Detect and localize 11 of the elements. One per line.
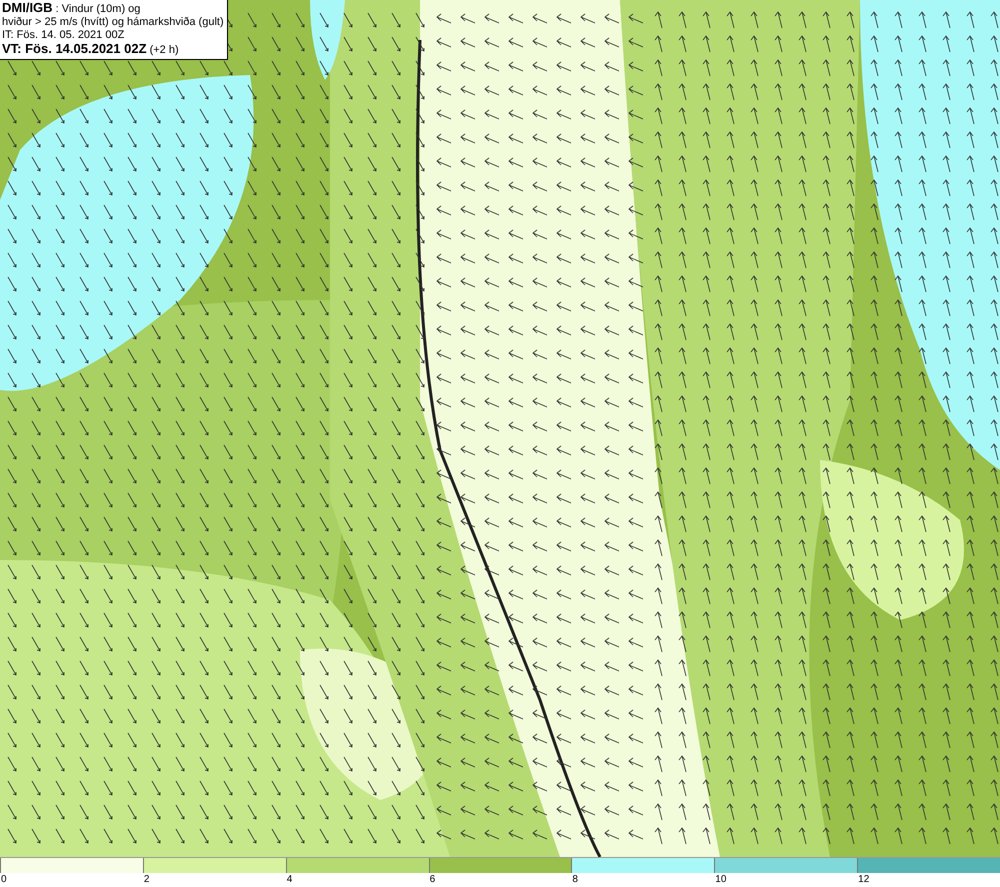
legend-label: 4	[286, 873, 292, 886]
title-line: IT: Fös. 14. 05. 2021 00Z	[2, 29, 126, 42]
legend-label: 12	[857, 873, 870, 886]
title-line: DMI/IGB : Vindur (10m) og	[2, 1, 142, 16]
legend-label: 10	[714, 873, 726, 886]
legend-label: 0	[0, 873, 7, 886]
title-line: VT: Fös. 14.05.2021 02Z (+2 h)	[2, 42, 180, 57]
legend-label: 8	[571, 873, 578, 886]
legend-label: 2	[142, 873, 150, 886]
legend-label: 6	[428, 873, 436, 886]
title-line: hviður > 25 m/s (hvítt) og hámarkshviða (gult)	[2, 16, 224, 29]
